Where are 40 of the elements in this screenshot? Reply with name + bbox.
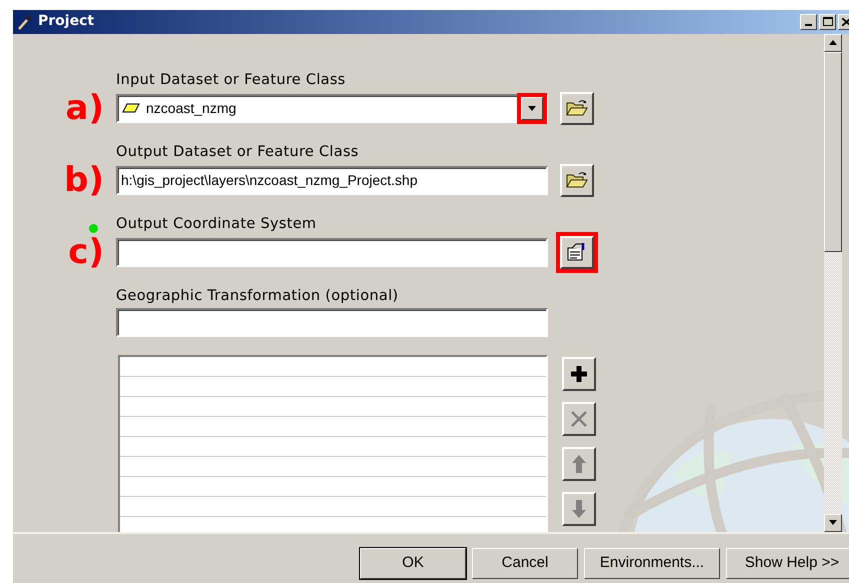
field-label: Geographic Transformation (optional) — [116, 286, 398, 305]
field-label: Output Dataset or Feature Class — [116, 142, 359, 161]
annotation-label: a) — [64, 93, 104, 124]
minimize-icon — [805, 24, 812, 26]
dialog-button[interactable]: Environments... — [584, 548, 720, 579]
minimize-button[interactable] — [800, 14, 817, 30]
dialog-button[interactable]: Show Help >> — [726, 548, 849, 579]
dialog-button[interactable]: OK — [360, 548, 466, 579]
field-value: nzcoast_nzmg — [146, 98, 236, 118]
input-field[interactable] — [116, 238, 548, 267]
polygon-layer-icon — [122, 103, 140, 114]
dropdown-field[interactable]: nzcoast_nzmg — [116, 94, 548, 123]
dialog-button[interactable]: Cancel — [472, 548, 578, 579]
close-icon — [842, 18, 849, 26]
folder-icon — [566, 99, 588, 118]
browse-button[interactable] — [560, 92, 594, 125]
annotation-label: c) — [67, 237, 104, 268]
annotation-label: b) — [63, 165, 104, 196]
scroll-up-button[interactable] — [824, 34, 842, 52]
add-button[interactable] — [562, 356, 596, 391]
down-triangle-icon — [528, 106, 536, 111]
up-arrow-icon — [571, 454, 587, 474]
maximize-button[interactable] — [819, 14, 836, 30]
vertical-scrollbar[interactable] — [824, 34, 842, 532]
scroll-down-button[interactable] — [824, 514, 842, 532]
input-field[interactable]: h:\gis_project\layers\nzcoast_nzmg_Project.shp — [116, 166, 548, 195]
down-triangle-icon — [829, 520, 837, 526]
scroll-thumb[interactable] — [824, 52, 842, 252]
field-label: Output Coordinate System — [116, 214, 316, 233]
maximize-icon — [822, 17, 832, 26]
field-label: Input Dataset or Feature Class — [116, 70, 346, 89]
folder-icon — [566, 171, 588, 190]
browse-button[interactable] — [560, 164, 594, 197]
input-field[interactable] — [116, 308, 548, 337]
window-title: Project — [38, 12, 94, 32]
plus-icon — [570, 364, 588, 383]
x-icon — [570, 410, 588, 428]
hammer-icon — [16, 12, 34, 31]
up-triangle-icon — [829, 40, 837, 46]
down-arrow-icon — [571, 498, 587, 519]
